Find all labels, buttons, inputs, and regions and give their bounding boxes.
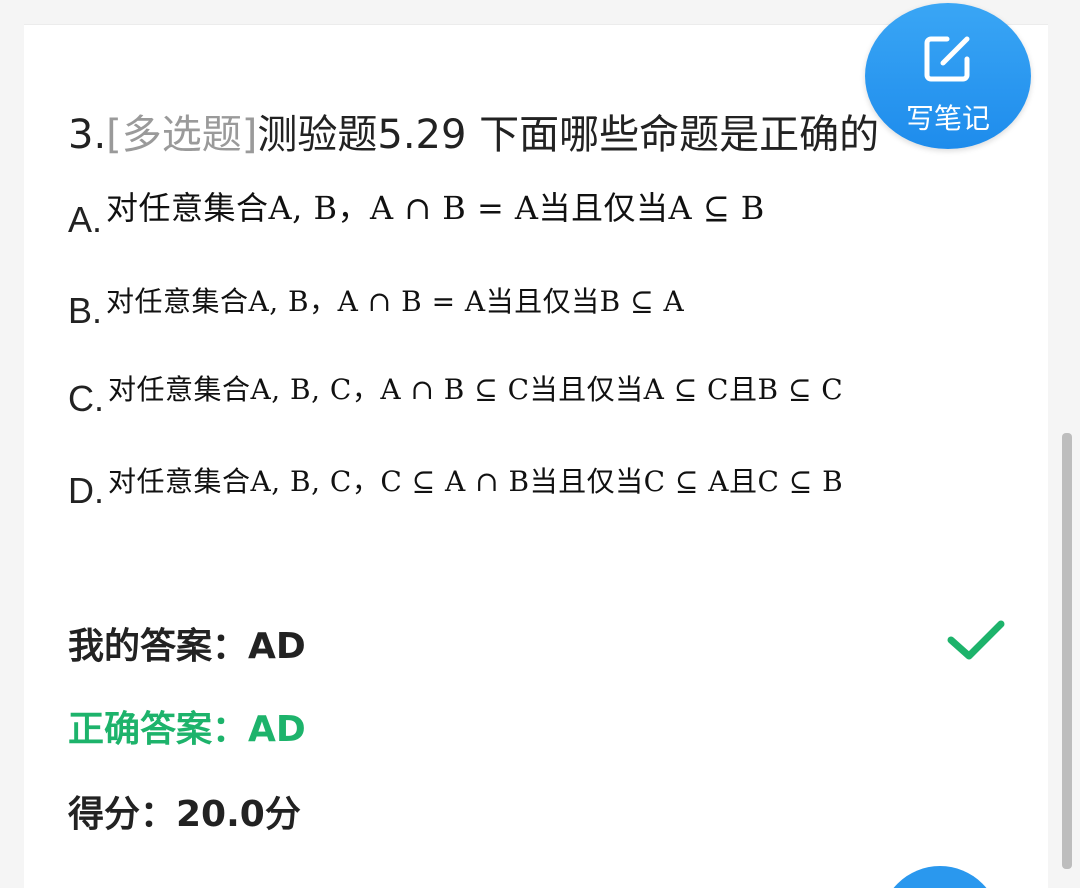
checkmark-icon (947, 620, 1005, 660)
edit-note-icon (924, 36, 970, 82)
option-letter: D. (68, 470, 104, 511)
question-text: 测验题5.29 下面哪些命题是正确的 (257, 112, 880, 158)
question-title: 3.[多选题]测验题5.29 下面哪些命题是正确的 (68, 105, 908, 165)
option-text: 对任意集合A, B, C，A ∩ B ⊆ C当且仅当A ⊆ C且B ⊆ C (108, 373, 844, 406)
option-letter: B. (68, 290, 103, 331)
question-type: [多选题] (106, 112, 258, 158)
option-text: 对任意集合A, B，A ∩ B = A当且仅当A ⊆ B (106, 189, 765, 227)
score: 得分：20.0分 (68, 794, 301, 835)
correct-answer: 正确答案：AD (68, 709, 306, 750)
scrollbar[interactable] (1062, 433, 1072, 869)
my-answer: 我的答案：AD (68, 626, 306, 667)
write-notes-button[interactable]: 写笔记 (865, 3, 1031, 149)
option-c[interactable]: C. 对任意集合A, B, C，A ∩ B ⊆ C当且仅当A ⊆ C且B ⊆ C (68, 373, 843, 420)
option-text: 对任意集合A, B, C，C ⊆ A ∩ B当且仅当C ⊆ A且C ⊆ B (108, 465, 844, 498)
write-notes-label: 写笔记 (905, 102, 990, 135)
option-text: 对任意集合A, B，A ∩ B = A当且仅当B ⊆ A (106, 285, 685, 318)
option-b[interactable]: B. 对任意集合A, B，A ∩ B = A当且仅当B ⊆ A (68, 285, 684, 332)
option-letter: A. (68, 199, 103, 240)
option-a[interactable]: A. 对任意集合A, B，A ∩ B = A当且仅当A ⊆ B (68, 189, 765, 241)
page: 3.[多选题]测验题5.29 下面哪些命题是正确的 A. 对任意集合A, B，A… (0, 0, 1080, 888)
option-d[interactable]: D. 对任意集合A, B, C，C ⊆ A ∩ B当且仅当C ⊆ A且C ⊆ B (68, 465, 843, 512)
option-letter: C. (68, 378, 104, 419)
question-number: 3. (68, 112, 107, 158)
